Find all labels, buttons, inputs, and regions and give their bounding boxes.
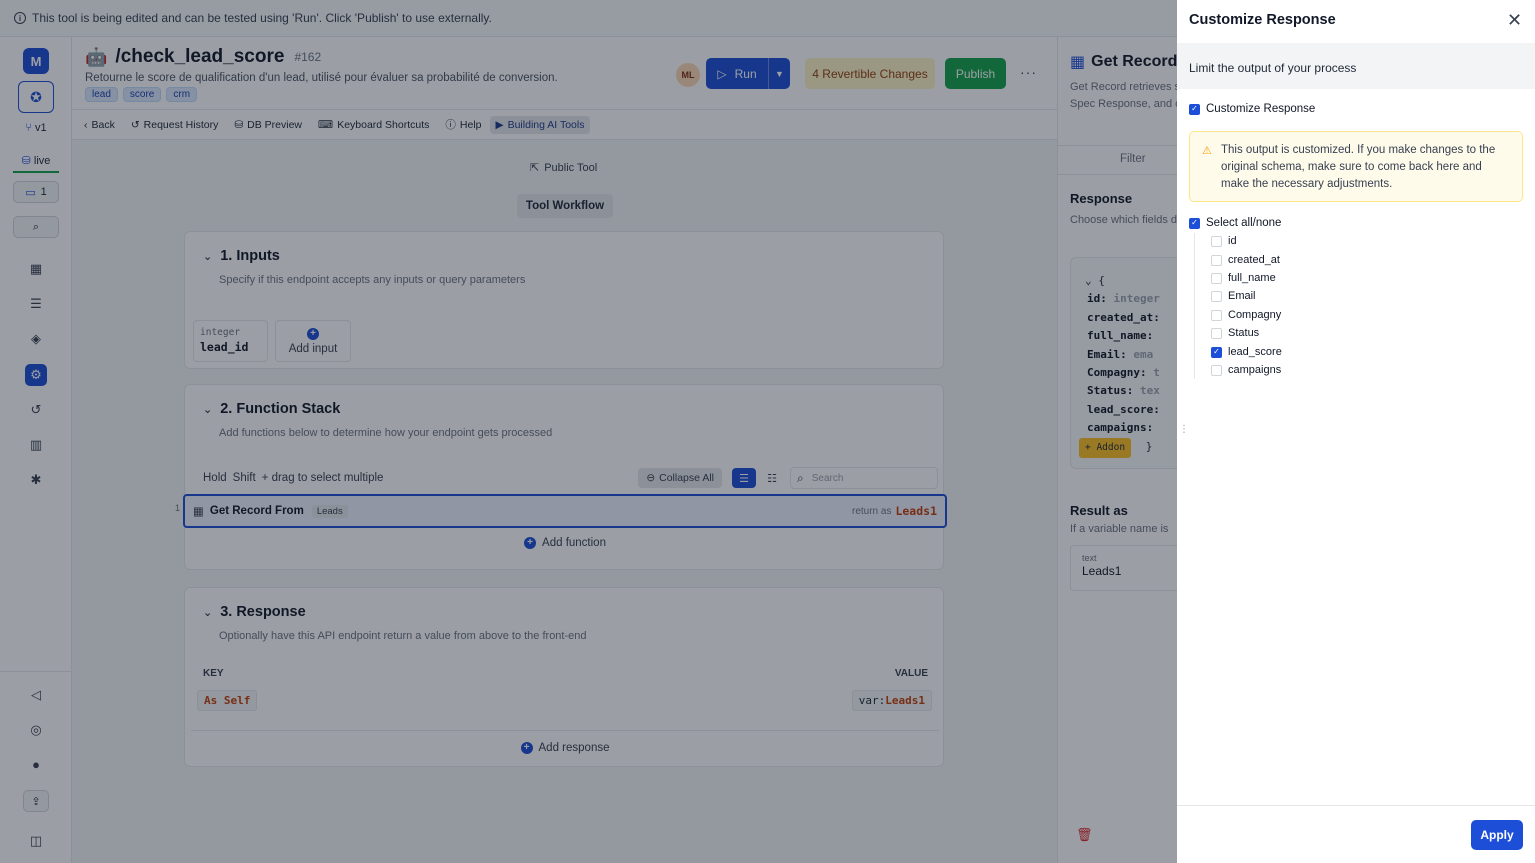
checkbox-icon[interactable]	[1211, 254, 1222, 266]
checkbox-checked-icon[interactable]: ✓	[1189, 217, 1200, 229]
field-checkbox-compagny[interactable]: Compagny	[1211, 309, 1281, 321]
field-checkbox-lead-score[interactable]: ✓ lead_score	[1211, 346, 1282, 358]
apply-button[interactable]: Apply	[1471, 820, 1523, 850]
customize-response-drawer: Customize Response ✕ Limit the output of…	[1177, 0, 1535, 863]
customized-warning: ⚠ This output is customized. If you make…	[1189, 131, 1523, 202]
drawer-title: Customize Response	[1189, 12, 1336, 28]
checkbox-icon[interactable]	[1211, 272, 1222, 284]
field-checkbox-full-name[interactable]: full_name	[1211, 272, 1276, 284]
checkbox-icon[interactable]	[1211, 235, 1222, 247]
field-checkbox-created-at[interactable]: created_at	[1211, 254, 1280, 266]
drawer-subtitle: Limit the output of your process	[1177, 43, 1535, 89]
checkbox-checked-icon[interactable]: ✓	[1189, 103, 1200, 115]
field-checkbox-id[interactable]: id	[1211, 235, 1237, 247]
checkbox-icon[interactable]	[1211, 327, 1222, 339]
field-checkbox-email[interactable]: Email	[1211, 290, 1256, 302]
warning-icon: ⚠	[1202, 145, 1212, 157]
field-checkbox-status[interactable]: Status	[1211, 327, 1259, 339]
modal-backdrop[interactable]	[0, 0, 1177, 863]
close-icon[interactable]: ✕	[1507, 11, 1522, 29]
field-checkbox-campaigns[interactable]: campaigns	[1211, 364, 1281, 376]
drag-handle-icon[interactable]: ⋮	[1179, 424, 1189, 435]
checkbox-checked-icon[interactable]: ✓	[1211, 346, 1222, 358]
select-all-checkbox[interactable]: ✓ Select all/none	[1189, 217, 1281, 229]
checkbox-icon[interactable]	[1211, 290, 1222, 302]
field-checkbox-list: id created_at full_name Email Compagny S…	[1194, 233, 1314, 379]
drawer-footer: Apply	[1177, 805, 1535, 863]
checkbox-icon[interactable]	[1211, 364, 1222, 376]
customize-response-checkbox[interactable]: ✓ Customize Response	[1189, 103, 1315, 115]
checkbox-icon[interactable]	[1211, 309, 1222, 321]
